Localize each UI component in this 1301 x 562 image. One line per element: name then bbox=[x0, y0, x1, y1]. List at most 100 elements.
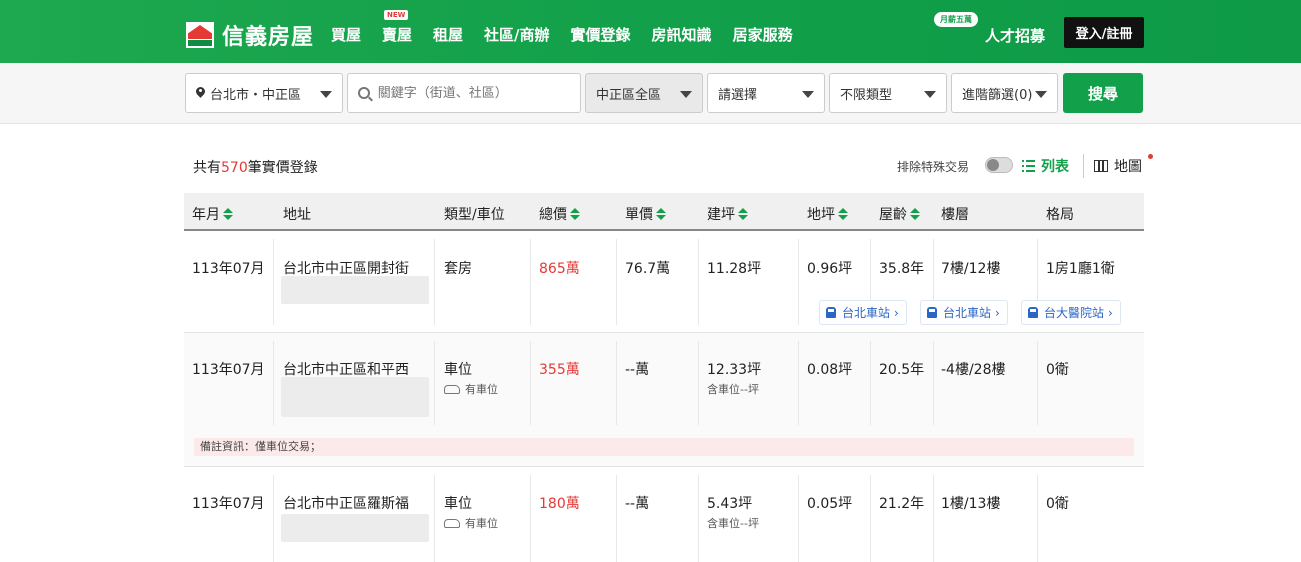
district-select[interactable]: 中正區全區 bbox=[585, 73, 703, 113]
nav-home-service[interactable]: 居家服務 bbox=[733, 24, 793, 45]
column-divider bbox=[616, 475, 617, 562]
cell-date: 113年07月 bbox=[192, 261, 265, 277]
nav-actual-price[interactable]: 實價登錄 bbox=[571, 24, 631, 45]
cell-type: 車位 bbox=[444, 496, 472, 512]
column-divider bbox=[616, 341, 617, 425]
header-building-area-label: 建坪 bbox=[707, 207, 735, 223]
header-unit[interactable]: 單價 bbox=[625, 204, 666, 224]
recruit-link[interactable]: 人才招募 bbox=[985, 25, 1045, 46]
column-divider bbox=[273, 239, 274, 325]
location-value: 台北市・中正區 bbox=[210, 87, 302, 103]
header-date-label: 年月 bbox=[192, 207, 220, 223]
header-age-label: 屋齡 bbox=[879, 207, 907, 223]
nav-community[interactable]: 社區/商辦 bbox=[484, 24, 549, 45]
column-divider bbox=[870, 341, 871, 425]
cell-address: 台北市中正區羅斯福 bbox=[283, 496, 409, 512]
header-unit-label: 單價 bbox=[625, 207, 653, 223]
search-button[interactable]: 搜尋 bbox=[1063, 73, 1143, 113]
parking-info: 有車位 bbox=[444, 381, 498, 397]
station-label: 台大醫院站 bbox=[1044, 306, 1105, 320]
cell-age: 35.8年 bbox=[879, 261, 925, 277]
column-divider bbox=[933, 341, 934, 425]
search-bar: 台北市・中正區 中正區全區 請選擇 不限類型 進階篩選(0) 搜尋 bbox=[0, 63, 1301, 124]
chevron-down-icon bbox=[680, 91, 692, 98]
column-divider bbox=[434, 239, 435, 325]
chevron-down-icon bbox=[1035, 91, 1047, 98]
cell-land-area: 0.96坪 bbox=[807, 261, 853, 277]
nav-sell-label: 賣屋 bbox=[382, 26, 413, 44]
column-divider bbox=[616, 239, 617, 325]
option-select[interactable]: 請選擇 bbox=[707, 73, 825, 113]
train-icon bbox=[826, 307, 836, 318]
map-view-button[interactable]: 地圖 bbox=[1094, 156, 1142, 176]
chevron-down-icon bbox=[924, 91, 936, 98]
remark-note: 備註資訊：僅車位交易； bbox=[194, 438, 1134, 456]
table-row[interactable]: 113年07月 台北市中正區羅斯福 車位 有車位 180萬 --萬 5.43坪 … bbox=[184, 467, 1144, 562]
chevron-right-icon: › bbox=[1108, 305, 1113, 320]
nav-knowledge[interactable]: 房訊知識 bbox=[652, 24, 712, 45]
result-count: 共有570筆實價登錄 bbox=[193, 157, 318, 177]
station-tag[interactable]: 台北車站 › bbox=[819, 300, 907, 325]
column-divider bbox=[798, 475, 799, 562]
header-land-area-label: 地坪 bbox=[807, 207, 835, 223]
column-divider bbox=[698, 239, 699, 325]
station-tag[interactable]: 台大醫院站 › bbox=[1021, 300, 1121, 325]
column-divider bbox=[273, 341, 274, 425]
cell-address: 台北市中正區開封街 bbox=[283, 261, 409, 277]
keyword-input[interactable] bbox=[377, 85, 570, 101]
nav-sell[interactable]: NEW 賣屋 bbox=[382, 10, 413, 45]
view-divider bbox=[1083, 154, 1084, 178]
location-select[interactable]: 台北市・中正區 bbox=[185, 73, 343, 113]
exclude-special-label: 排除特殊交易 bbox=[897, 160, 970, 174]
cell-age: 21.2年 bbox=[879, 496, 925, 512]
type-select[interactable]: 不限類型 bbox=[829, 73, 947, 113]
header-building-area[interactable]: 建坪 bbox=[707, 204, 748, 224]
address-mask bbox=[281, 514, 429, 542]
cell-address: 台北市中正區和平西 bbox=[283, 362, 409, 378]
map-view-label: 地圖 bbox=[1114, 159, 1142, 175]
cell-building-area: 11.28坪 bbox=[707, 261, 762, 277]
cell-floor: 7樓/12樓 bbox=[941, 261, 1001, 277]
brand-logo[interactable]: 信義房屋 bbox=[186, 19, 314, 51]
main-nav: 買屋 NEW 賣屋 租屋 社區/商辦 實價登錄 房訊知識 居家服務 bbox=[331, 10, 814, 45]
column-divider bbox=[698, 341, 699, 425]
exclude-special-toggle[interactable] bbox=[985, 157, 1013, 173]
nav-rent[interactable]: 租屋 bbox=[433, 24, 463, 45]
cell-total: 180萬 bbox=[539, 496, 580, 512]
cell-unit: --萬 bbox=[625, 362, 650, 378]
header-address: 地址 bbox=[283, 207, 311, 223]
header-land-area[interactable]: 地坪 bbox=[807, 204, 848, 224]
header-total[interactable]: 總價 bbox=[539, 204, 580, 224]
list-view-button[interactable]: 列表 bbox=[1022, 156, 1069, 176]
advanced-filter-select[interactable]: 進階篩選(0) bbox=[951, 73, 1058, 113]
result-count-suffix: 筆實價登錄 bbox=[247, 160, 318, 176]
login-button[interactable]: 登入/註冊 bbox=[1064, 17, 1144, 48]
nav-buy[interactable]: 買屋 bbox=[331, 24, 361, 45]
chevron-right-icon: › bbox=[894, 305, 899, 320]
column-divider bbox=[434, 341, 435, 425]
logo-icon bbox=[186, 22, 214, 48]
column-divider bbox=[530, 475, 531, 562]
header-age[interactable]: 屋齡 bbox=[879, 204, 920, 224]
recruit-badge: 月薪五萬 bbox=[934, 12, 978, 27]
column-divider bbox=[870, 475, 871, 562]
cell-land-area: 0.05坪 bbox=[807, 496, 853, 512]
cell-layout: 1房1廳1衛 bbox=[1046, 261, 1115, 277]
cell-age: 20.5年 bbox=[879, 362, 925, 378]
result-count-prefix: 共有 bbox=[193, 160, 221, 176]
chevron-down-icon bbox=[802, 91, 814, 98]
sort-icon bbox=[838, 208, 848, 220]
search-icon bbox=[358, 87, 370, 99]
car-icon bbox=[444, 518, 460, 528]
header-type: 類型/車位 bbox=[444, 207, 505, 223]
cell-total: 865萬 bbox=[539, 261, 580, 277]
header-date[interactable]: 年月 bbox=[192, 204, 233, 224]
cell-layout: 0衛 bbox=[1046, 496, 1069, 512]
sort-icon bbox=[910, 208, 920, 220]
column-divider bbox=[798, 239, 799, 325]
keyword-field[interactable] bbox=[347, 73, 581, 113]
notification-dot bbox=[1148, 154, 1153, 159]
cell-type: 車位 bbox=[444, 362, 472, 378]
station-tag[interactable]: 台北車站 › bbox=[920, 300, 1008, 325]
train-icon bbox=[927, 307, 937, 318]
